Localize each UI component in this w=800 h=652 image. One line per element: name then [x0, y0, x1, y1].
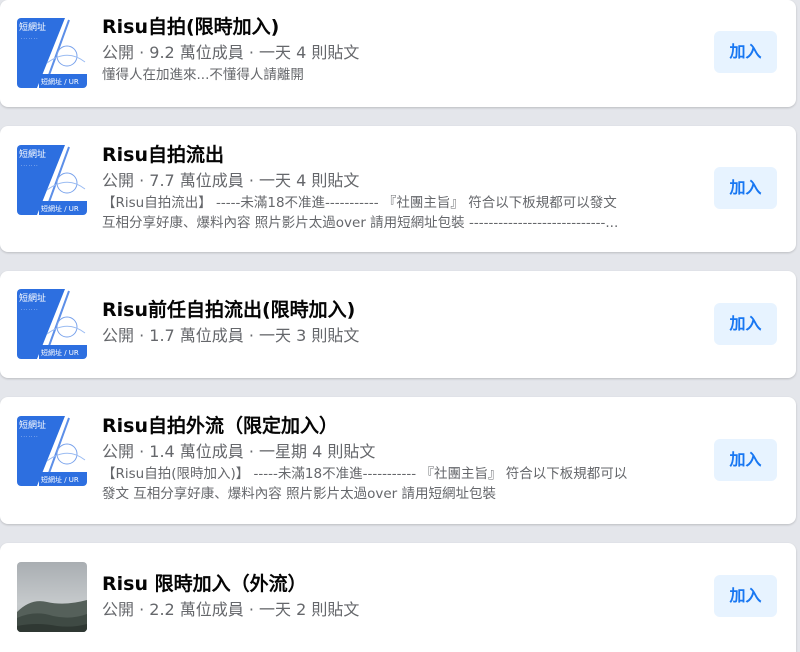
- group-card[interactable]: 短網址 · · · · · · · 短網址 / UR Risu自拍(限時加入) …: [0, 0, 796, 107]
- group-description: 【Risu自拍流出】 -----未滿18不准進----------- 『社團主旨…: [102, 195, 619, 231]
- group-thumbnail[interactable]: 短網址 · · · · · · · 短網址 / UR: [17, 289, 87, 359]
- group-thumbnail[interactable]: 短網址 · · · · · · · 短網址 / UR: [17, 145, 87, 215]
- group-cover-image: 短網址 · · · · · · · 短網址 / UR: [17, 289, 87, 359]
- join-button[interactable]: 加入: [714, 167, 777, 209]
- thumb-caption: · · · · · · ·: [21, 36, 38, 41]
- group-meta: 公開 · 7.7 萬位成員 · 一天 4 則貼文: [102, 171, 360, 190]
- group-description: 【Risu自拍(限時加入)】 -----未滿18不准進----------- 『…: [102, 466, 628, 502]
- thumb-caption: · · · · · · ·: [21, 307, 38, 312]
- group-title[interactable]: Risu前任自拍流出(限時加入): [102, 298, 686, 322]
- group-thumbnail[interactable]: [17, 562, 87, 632]
- thumb-text-top: 短網址: [19, 148, 46, 160]
- group-info: Risu前任自拍流出(限時加入) 公開 · 1.7 萬位成員 · 一天 3 則貼…: [102, 298, 686, 347]
- group-description: 懂得人在加進來...不懂得人請離開: [102, 67, 304, 83]
- join-button[interactable]: 加入: [714, 303, 777, 345]
- thumb-text-top: 短網址: [19, 419, 46, 431]
- group-title[interactable]: Risu 限時加入（外流）: [102, 572, 686, 596]
- group-card[interactable]: 短網址 · · · · · · · 短網址 / UR Risu自拍外流（限定加入…: [0, 397, 796, 524]
- group-info: Risu自拍流出 公開 · 7.7 萬位成員 · 一天 4 則貼文 【Risu自…: [102, 143, 686, 233]
- thumb-text-bottom: 短網址 / UR: [41, 77, 79, 86]
- group-card[interactable]: Risu 限時加入（外流） 公開 · 2.2 萬位成員 · 一天 2 則貼文 加…: [0, 543, 796, 652]
- group-meta: 公開 · 2.2 萬位成員 · 一天 2 則貼文: [102, 600, 360, 619]
- thumb-text-bottom: 短網址 / UR: [41, 204, 79, 213]
- group-card[interactable]: 短網址 · · · · · · · 短網址 / UR Risu前任自拍流出(限時…: [0, 271, 796, 378]
- group-title[interactable]: Risu自拍流出: [102, 143, 686, 167]
- group-cover-image: 短網址 · · · · · · · 短網址 / UR: [17, 145, 87, 215]
- thumb-text-top: 短網址: [19, 292, 46, 304]
- group-cover-image: 短網址 · · · · · · · 短網址 / UR: [17, 416, 87, 486]
- join-button[interactable]: 加入: [714, 31, 777, 73]
- group-card[interactable]: 短網址 · · · · · · · 短網址 / UR Risu自拍流出 公開 ·…: [0, 126, 796, 252]
- group-info: Risu 限時加入（外流） 公開 · 2.2 萬位成員 · 一天 2 則貼文: [102, 572, 686, 621]
- thumb-text-bottom: 短網址 / UR: [41, 348, 79, 357]
- group-meta: 公開 · 9.2 萬位成員 · 一天 4 則貼文: [102, 43, 360, 62]
- thumb-caption: · · · · · · ·: [21, 434, 38, 439]
- group-info: Risu自拍(限時加入) 公開 · 9.2 萬位成員 · 一天 4 則貼文 懂得…: [102, 15, 686, 85]
- group-search-results: 短網址 · · · · · · · 短網址 / UR Risu自拍(限時加入) …: [0, 0, 800, 652]
- group-cover-image: 短網址 · · · · · · · 短網址 / UR: [17, 18, 87, 88]
- group-title[interactable]: Risu自拍外流（限定加入）: [102, 414, 686, 438]
- group-thumbnail[interactable]: 短網址 · · · · · · · 短網址 / UR: [17, 18, 87, 88]
- group-meta: 公開 · 1.7 萬位成員 · 一天 3 則貼文: [102, 326, 360, 345]
- join-button[interactable]: 加入: [714, 575, 777, 617]
- group-meta: 公開 · 1.4 萬位成員 · 一星期 4 則貼文: [102, 442, 376, 461]
- group-title[interactable]: Risu自拍(限時加入): [102, 15, 686, 39]
- thumb-caption: · · · · · · ·: [21, 163, 38, 168]
- group-info: Risu自拍外流（限定加入） 公開 · 1.4 萬位成員 · 一星期 4 則貼文…: [102, 414, 686, 504]
- landscape-photo: [17, 562, 87, 632]
- join-button[interactable]: 加入: [714, 439, 777, 481]
- thumb-text-bottom: 短網址 / UR: [41, 475, 79, 484]
- thumb-text-top: 短網址: [19, 21, 46, 33]
- group-thumbnail[interactable]: 短網址 · · · · · · · 短網址 / UR: [17, 416, 87, 486]
